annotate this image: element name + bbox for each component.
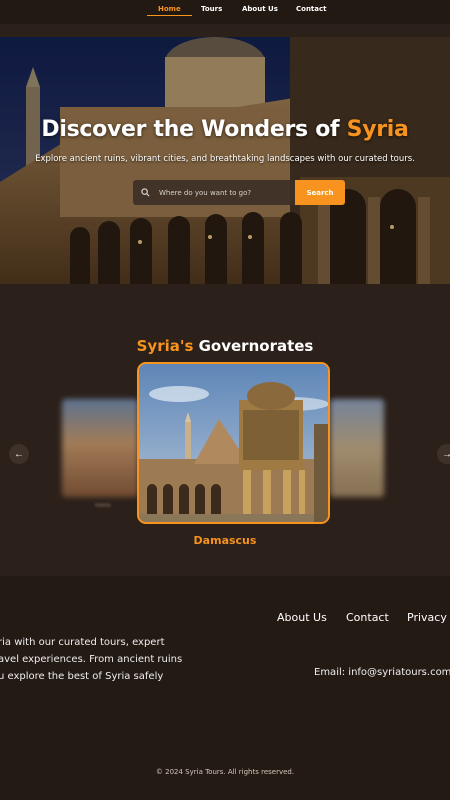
footer-contact-link[interactable]: Contact bbox=[346, 611, 389, 624]
arrow-right-icon: → bbox=[442, 448, 450, 460]
governorate-prev-label: Homs bbox=[95, 503, 111, 509]
top-navigation: Home Tours About Us Contact bbox=[0, 0, 450, 24]
footer-about-line: ria with our curated tours, expert bbox=[0, 637, 165, 648]
arrow-left-icon: ← bbox=[14, 448, 24, 460]
search-button[interactable]: Search bbox=[295, 180, 345, 205]
search-icon bbox=[141, 188, 150, 197]
governorates-title: Syria's Governorates bbox=[0, 337, 450, 355]
nav-gap bbox=[0, 24, 450, 37]
footer-about-text: ria with our curated tours, expert avel … bbox=[0, 634, 182, 685]
search-field[interactable] bbox=[133, 180, 295, 205]
site-footer: About Us Contact Privacy R ria with our … bbox=[0, 576, 450, 800]
governorate-card-prev[interactable] bbox=[62, 399, 138, 497]
governorates-section: Syria's Governorates Homs Damascus ← → bbox=[0, 284, 450, 576]
footer-about-line: u explore the best of Syria safely bbox=[0, 671, 164, 682]
governorates-title-accent: Syria's bbox=[136, 337, 194, 355]
carousel-next-button[interactable]: → bbox=[437, 444, 450, 464]
governorate-card-next[interactable] bbox=[330, 399, 384, 497]
nav-contact-link[interactable]: Contact bbox=[285, 5, 338, 13]
footer-about-line: avel experiences. From ancient ruins bbox=[0, 654, 183, 665]
hero-title-accent: Syria bbox=[346, 117, 409, 142]
nav-home-link[interactable]: Home bbox=[147, 5, 192, 16]
search-bar: Search bbox=[133, 180, 345, 205]
damascus-image bbox=[139, 364, 328, 522]
governorate-card-current[interactable] bbox=[137, 362, 330, 524]
governorates-title-rest: Governorates bbox=[193, 337, 314, 355]
search-input[interactable] bbox=[159, 188, 279, 197]
footer-copyright: © 2024 Syria Tours. All rights reserved. bbox=[155, 768, 295, 776]
hero-title-main: Discover the Wonders of bbox=[41, 117, 347, 142]
hero-subtitle: Explore ancient ruins, vibrant cities, a… bbox=[35, 154, 415, 164]
footer-about-link[interactable]: About Us bbox=[277, 611, 327, 624]
governorate-name: Damascus bbox=[193, 534, 257, 547]
nav-about-link[interactable]: About Us bbox=[231, 5, 289, 13]
footer-privacy-link[interactable]: Privacy R bbox=[407, 611, 450, 624]
hero-section: Discover the Wonders of Syria Explore an… bbox=[0, 37, 450, 284]
carousel-prev-button[interactable]: ← bbox=[9, 444, 29, 464]
footer-email: Email: info@syriatours.com bbox=[314, 667, 450, 678]
nav-tours-link[interactable]: Tours bbox=[190, 5, 233, 13]
hero-title: Discover the Wonders of Syria bbox=[0, 117, 450, 142]
